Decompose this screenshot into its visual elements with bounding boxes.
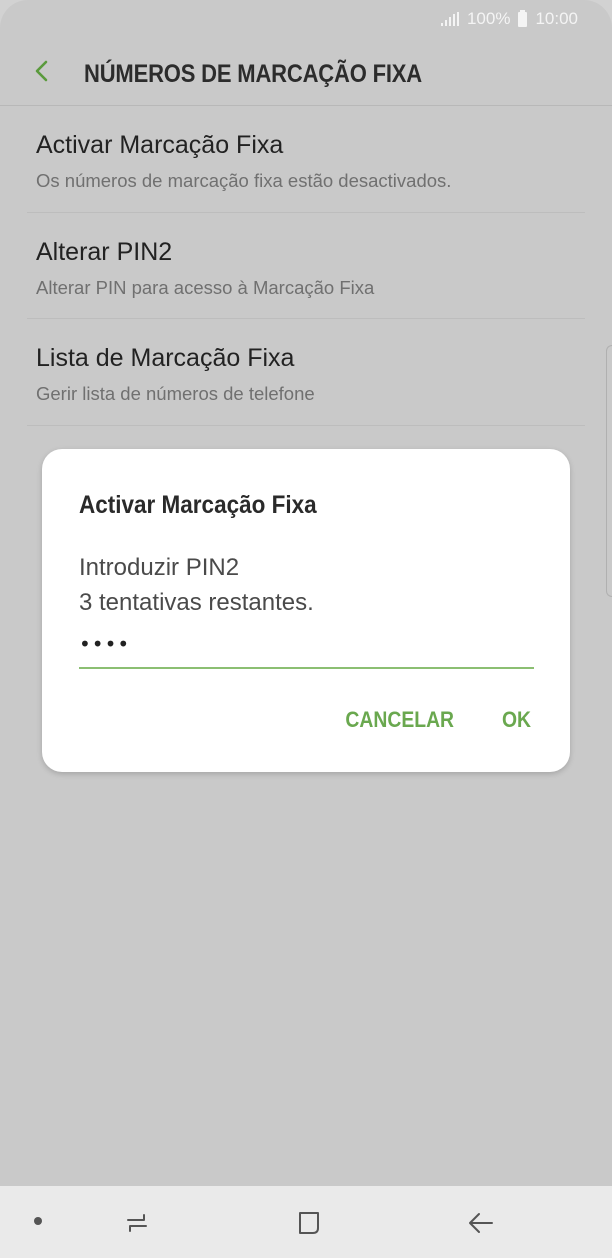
dot-icon[interactable] xyxy=(34,1217,42,1225)
setting-title: Alterar PIN2 xyxy=(36,237,173,266)
setting-activate-fdn[interactable]: Activar Marcação Fixa Os números de marc… xyxy=(27,106,585,213)
attempts-remaining: 3 tentativas restantes. xyxy=(79,589,314,616)
setting-change-pin2[interactable]: Alterar PIN2 Alterar PIN para acesso à M… xyxy=(27,213,585,319)
setting-title: Activar Marcação Fixa xyxy=(36,131,284,159)
page-title: NÚMEROS DE MARCAÇÃO FIXA xyxy=(84,60,423,88)
home-icon xyxy=(299,1212,319,1234)
setting-title: Lista de Marcação Fixa xyxy=(36,344,295,372)
pin2-dialog: Activar Marcação Fixa Introduzir PIN2 3 … xyxy=(42,449,570,772)
setting-subtitle: Os números de marcação fixa estão desact… xyxy=(36,170,452,191)
setting-subtitle: Alterar PIN para acesso à Marcação Fixa xyxy=(36,276,375,298)
pin2-input[interactable] xyxy=(79,627,534,669)
setting-subtitle: Gerir lista de números de telefone xyxy=(36,383,315,404)
settings-list: Activar Marcação Fixa Os números de marc… xyxy=(0,106,612,426)
status-indicators: 100% 10:00 xyxy=(440,9,578,29)
app-header: NÚMEROS DE MARCAÇÃO FIXA xyxy=(0,38,612,106)
home-button[interactable] xyxy=(294,1208,324,1238)
dialog-title: Activar Marcação Fixa xyxy=(79,491,317,519)
back-nav-button[interactable] xyxy=(466,1208,496,1238)
ok-button[interactable]: OK xyxy=(502,707,531,733)
chevron-left-icon xyxy=(35,60,48,82)
signal-icon xyxy=(440,12,459,26)
status-bar: 100% 10:00 xyxy=(0,0,612,38)
back-icon xyxy=(469,1213,493,1233)
recent-apps-button[interactable] xyxy=(122,1208,152,1238)
navigation-bar xyxy=(0,1186,612,1258)
battery-icon xyxy=(518,9,528,27)
back-button[interactable] xyxy=(28,56,58,86)
edge-panel-handle[interactable] xyxy=(606,345,612,597)
battery-percent: 100% xyxy=(466,9,511,28)
phone-screen: 100% 10:00 NÚMEROS DE MARCAÇÃO FIXA Acti… xyxy=(0,0,612,1258)
dialog-message: Introduzir PIN2 xyxy=(79,554,240,581)
clock: 10:00 xyxy=(535,9,578,28)
setting-fdn-list[interactable]: Lista de Marcação Fixa Gerir lista de nú… xyxy=(27,319,585,426)
cancel-button[interactable]: CANCELAR xyxy=(345,707,454,733)
recent-apps-icon xyxy=(127,1214,147,1232)
